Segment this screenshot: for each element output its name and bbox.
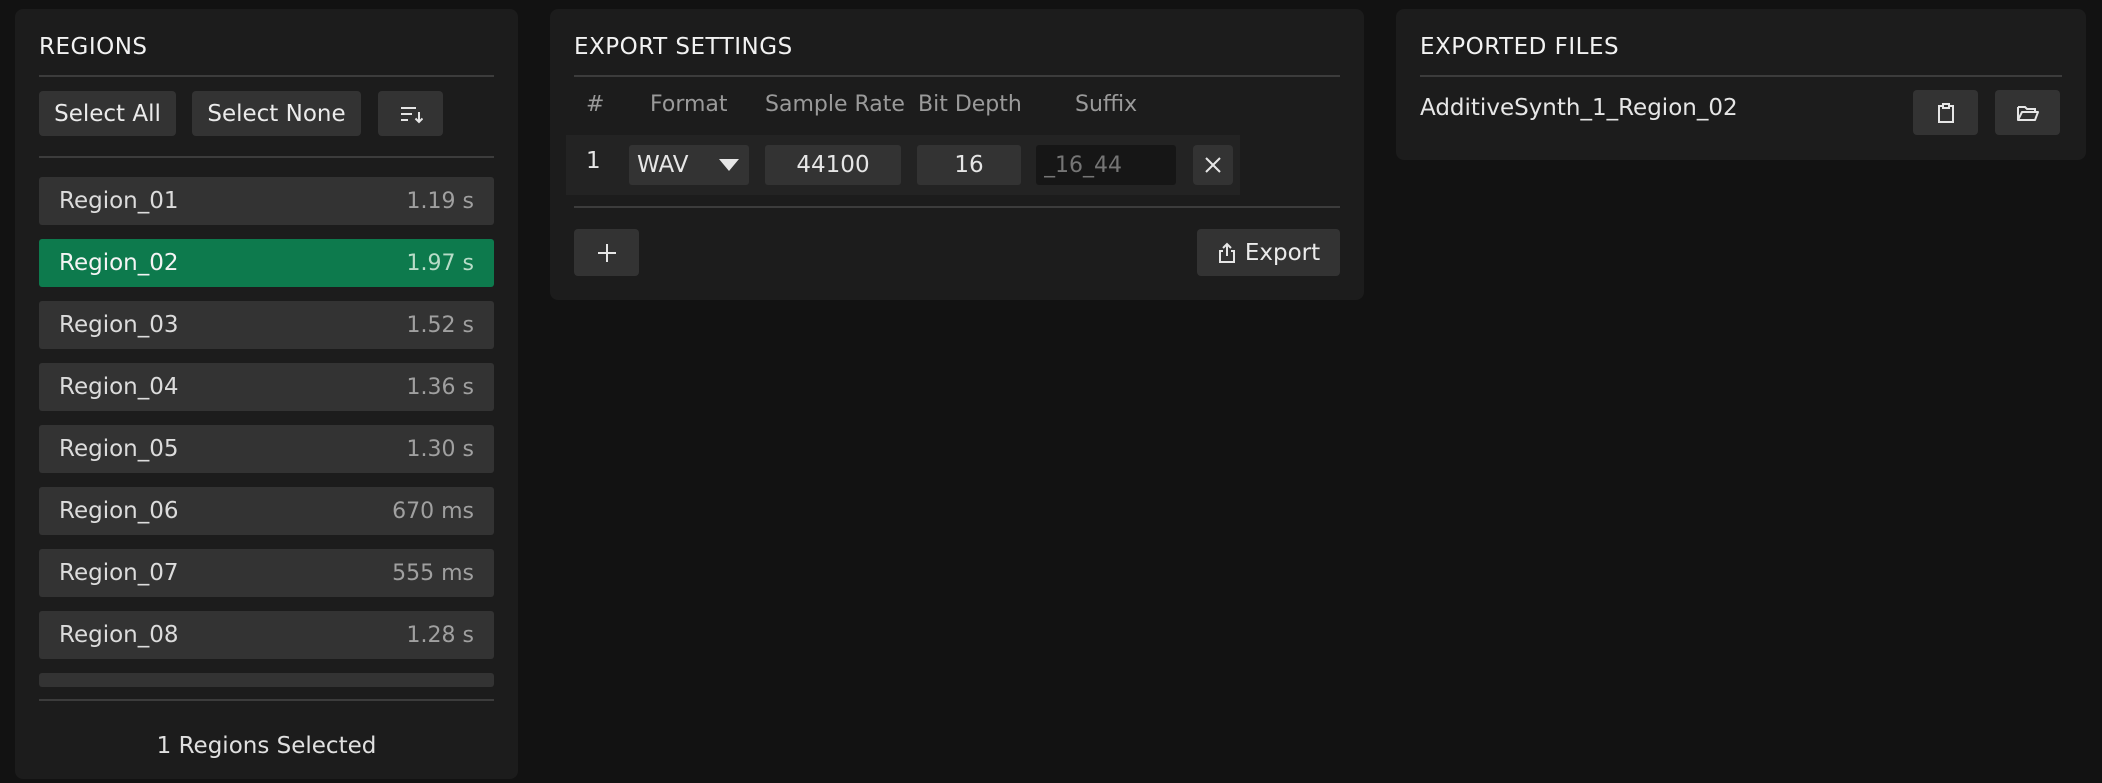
regions-title-divider bbox=[39, 75, 494, 77]
region-duration: 670 ms bbox=[392, 498, 474, 524]
column-header-sample-rate: Sample Rate bbox=[765, 92, 905, 117]
region-item-selected[interactable]: Region_02 1.97 s bbox=[39, 239, 494, 287]
region-name: Region_03 bbox=[59, 312, 179, 338]
region-item[interactable]: Region_08 1.28 s bbox=[39, 611, 494, 659]
column-header-format: Format bbox=[650, 92, 728, 117]
export-settings-title: EXPORT SETTINGS bbox=[574, 34, 793, 60]
column-header-suffix: Suffix bbox=[1075, 92, 1138, 117]
share-icon bbox=[1217, 242, 1237, 264]
sort-icon bbox=[399, 104, 423, 124]
region-duration: 555 ms bbox=[392, 560, 474, 586]
export-button-label: Export bbox=[1244, 239, 1321, 266]
region-name: Region_02 bbox=[59, 250, 179, 276]
regions-selected-status: 1 Regions Selected bbox=[156, 733, 377, 759]
exported-file-name: AdditiveSynth_1_Region_02 bbox=[1420, 95, 1738, 121]
bit-depth-field[interactable]: 16 bbox=[917, 145, 1021, 185]
close-icon bbox=[1204, 156, 1222, 174]
export-rows-divider bbox=[574, 206, 1340, 208]
region-duration: 1.28 s bbox=[406, 622, 474, 648]
exported-files-divider bbox=[1420, 75, 2062, 77]
copy-path-button[interactable] bbox=[1913, 90, 1978, 135]
region-name: Region_05 bbox=[59, 436, 179, 462]
region-item[interactable]: Region_03 1.52 s bbox=[39, 301, 494, 349]
format-select[interactable]: WAV bbox=[629, 145, 749, 185]
region-duration: 1.52 s bbox=[406, 312, 474, 338]
suffix-input[interactable] bbox=[1036, 145, 1176, 185]
region-duration: 1.36 s bbox=[406, 374, 474, 400]
region-name: Region_04 bbox=[59, 374, 179, 400]
exported-files-panel bbox=[1396, 9, 2086, 160]
region-name: Region_08 bbox=[59, 622, 179, 648]
region-name: Region_07 bbox=[59, 560, 179, 586]
plus-icon bbox=[596, 242, 618, 264]
region-duration: 1.30 s bbox=[406, 436, 474, 462]
export-button[interactable]: Export bbox=[1197, 229, 1340, 276]
regions-title: REGIONS bbox=[39, 34, 148, 60]
column-header-bit-depth: Bit Depth bbox=[918, 92, 1022, 117]
chevron-down-icon bbox=[719, 159, 739, 171]
region-item[interactable]: Region_04 1.36 s bbox=[39, 363, 494, 411]
region-name: Region_01 bbox=[59, 188, 179, 214]
regions-list-divider bbox=[39, 156, 494, 158]
exported-files-title: EXPORTED FILES bbox=[1420, 34, 1620, 60]
add-row-button[interactable] bbox=[574, 229, 639, 276]
column-header-index: # bbox=[586, 92, 605, 117]
region-item[interactable]: Region_01 1.19 s bbox=[39, 177, 494, 225]
folder-open-icon bbox=[2016, 103, 2040, 123]
select-all-button[interactable]: Select All bbox=[39, 91, 176, 136]
export-row-index: 1 bbox=[586, 148, 601, 174]
open-folder-button[interactable] bbox=[1995, 90, 2060, 135]
regions-footer-divider bbox=[39, 699, 494, 701]
remove-row-button[interactable] bbox=[1193, 145, 1233, 185]
region-item[interactable]: Region_07 555 ms bbox=[39, 549, 494, 597]
region-item[interactable]: Region_05 1.30 s bbox=[39, 425, 494, 473]
region-item[interactable]: Region_06 670 ms bbox=[39, 487, 494, 535]
region-duration: 1.19 s bbox=[406, 188, 474, 214]
select-none-button[interactable]: Select None bbox=[192, 91, 361, 136]
sample-rate-field[interactable]: 44100 bbox=[765, 145, 901, 185]
region-duration: 1.97 s bbox=[406, 250, 474, 276]
sort-button[interactable] bbox=[378, 91, 443, 136]
format-select-value: WAV bbox=[637, 152, 689, 178]
export-settings-divider bbox=[574, 75, 1340, 77]
clipboard-icon bbox=[1937, 102, 1955, 124]
region-item-partial[interactable] bbox=[39, 673, 494, 687]
region-name: Region_06 bbox=[59, 498, 179, 524]
